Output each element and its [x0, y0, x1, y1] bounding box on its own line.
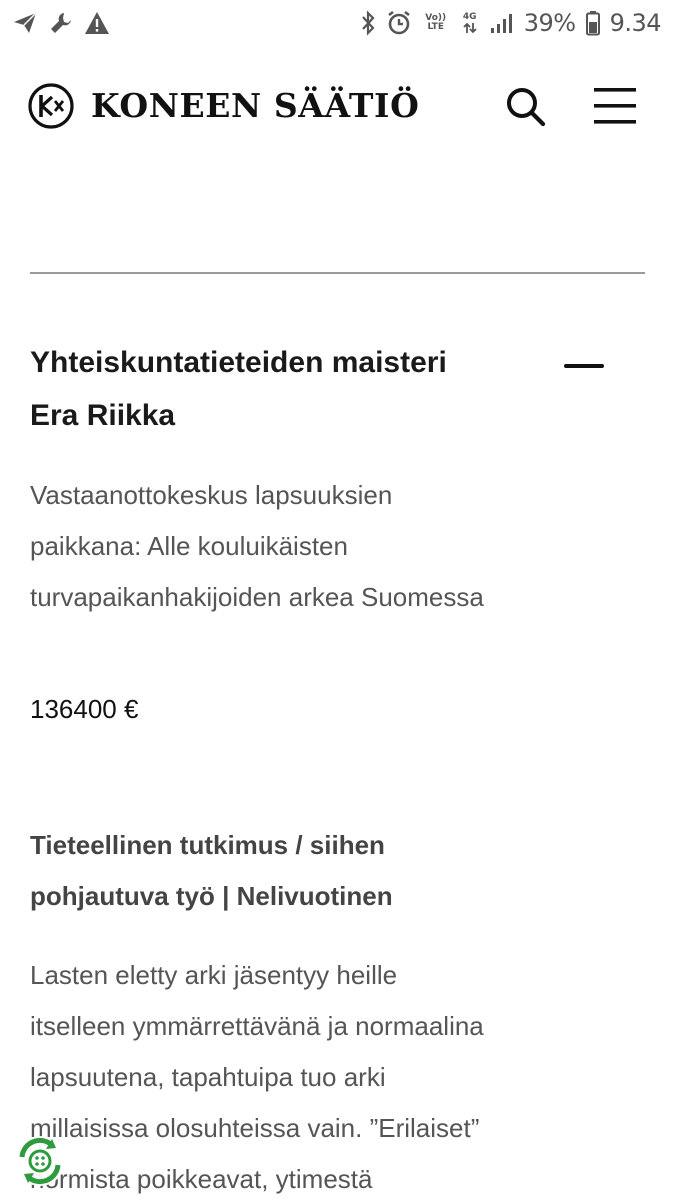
- abstract-line: lapsuutena, tapahtuipa tuo arki: [30, 1062, 386, 1092]
- project-abstract: Lasten eletty arki jäsentyy heille itsel…: [30, 950, 590, 1200]
- grant-degree: Yhteiskuntatieteiden maisteri: [30, 346, 447, 379]
- abstract-line: Lasten eletty arki jäsentyy heille: [30, 960, 398, 990]
- grant-recipient-name: Era Riikka: [30, 399, 176, 432]
- alarm-icon: [386, 10, 412, 36]
- section-divider: [30, 272, 645, 274]
- network-type: 4G: [462, 11, 477, 22]
- grant-category-line: Tieteellinen tutkimus / siihen: [30, 830, 385, 860]
- battery-icon: [585, 10, 600, 36]
- clock: 9.34: [609, 9, 662, 37]
- status-bar: Vo)) LTE 4G 39% 9.34: [0, 0, 675, 46]
- grant-amount: 136400 €: [30, 694, 139, 724]
- grant-recipient-title[interactable]: Yhteiskuntatieteiden maisteri Era Riikka: [30, 336, 530, 442]
- status-bar-right: Vo)) LTE 4G 39% 9.34: [360, 9, 662, 37]
- project-title-line: Vastaanottokeskus lapsuuksien: [30, 480, 393, 510]
- data-arrows-icon: 4G: [460, 10, 480, 36]
- koneen-logo-icon[interactable]: [28, 83, 74, 129]
- project-title-line: turvapaikanhakijoiden arkea Suomessa: [30, 582, 484, 612]
- floating-assistant-icon[interactable]: [12, 1133, 68, 1189]
- abstract-line: millaisissa olosuhteissa vain. ”Erilaise…: [30, 1113, 480, 1143]
- send-icon: [12, 10, 38, 36]
- site-logo-text[interactable]: KONEEN SÄÄTIÖ: [91, 86, 419, 126]
- search-icon[interactable]: [503, 84, 547, 128]
- warning-icon: [84, 10, 110, 36]
- grant-category: Tieteellinen tutkimus / siihen pohjautuv…: [30, 820, 590, 922]
- minus-bar: [564, 364, 604, 368]
- signal-icon: [490, 10, 514, 36]
- hamburger-menu-icon[interactable]: [593, 86, 637, 126]
- grant-category-line: pohjautuva työ | Nelivuotinen: [30, 881, 393, 911]
- volte-icon: Vo)) LTE: [425, 13, 447, 32]
- abstract-line: itselleen ymmärrettävänä ja normaalina: [30, 1011, 484, 1041]
- status-bar-left: [12, 10, 110, 36]
- project-title: Vastaanottokeskus lapsuuksien paikkana: …: [30, 470, 590, 623]
- battery-percent: 39%: [523, 9, 576, 37]
- collapse-minus-icon[interactable]: [560, 352, 608, 382]
- abstract-line: normista poikkeavat, ytimestä: [30, 1164, 373, 1194]
- bluetooth-icon: [360, 10, 376, 36]
- project-title-line: paikkana: Alle kouluikäisten: [30, 531, 348, 561]
- site-header: KONEEN SÄÄTIÖ: [0, 70, 675, 140]
- wrench-icon: [48, 10, 74, 36]
